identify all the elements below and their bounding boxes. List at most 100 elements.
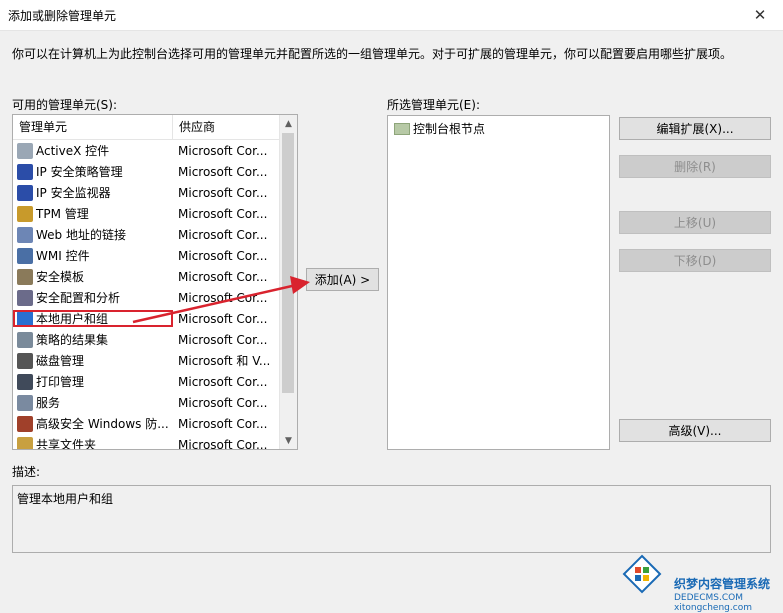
description-label: 描述: [12,465,41,479]
snapin-name: 安全模板 [36,270,85,284]
snapin-name: ActiveX 控件 [36,144,110,158]
snapin-name-cell: IP 安全策略管理 [13,163,173,180]
snapin-name-cell: 高级安全 Windows 防... [13,415,173,432]
intro-text: 你可以在计算机上为此控制台选择可用的管理单元并配置所选的一组管理单元。对于可扩展… [12,47,733,61]
vertical-scrollbar[interactable]: ▲ ▼ [279,115,297,449]
snapin-vendor: Microsoft Cor... [178,164,268,179]
list-item[interactable]: 磁盘管理 Microsoft 和 V... [13,350,279,371]
list-item[interactable]: IP 安全监视器 Microsoft Cor... [13,182,279,203]
list-item[interactable]: 本地用户和组 Microsoft Cor... [13,308,279,329]
snapin-name-cell: 磁盘管理 [13,352,173,369]
snapin-name: Web 地址的链接 [36,228,126,242]
snapin-name: IP 安全监视器 [36,186,111,200]
edit-extensions-button[interactable]: 编辑扩展(X)... [619,117,771,140]
snapin-name-cell: TPM 管理 [13,205,173,222]
snapin-vendor: Microsoft Cor... [178,416,268,431]
snapin-vendor: Microsoft Cor... [178,227,268,242]
list-item[interactable]: WMI 控件 Microsoft Cor... [13,245,279,266]
watermark: 织梦内容管理系统 DEDECMS.COM xitongcheng.com [592,548,783,613]
ip-security-monitor-icon [17,184,33,201]
snapin-name: 策略的结果集 [36,333,109,347]
snapin-name-cell: 安全模板 [13,268,173,285]
list-item[interactable]: 高级安全 Windows 防... Microsoft Cor... [13,413,279,434]
windows-logo-icon [622,554,662,594]
snapin-name: TPM 管理 [36,207,89,221]
services-icon [17,394,33,411]
snapin-vendor: Microsoft Cor... [178,437,268,450]
add-button[interactable]: 添加(A) > [306,268,379,291]
window-title: 添加或删除管理单元 [8,9,117,23]
list-item[interactable]: 策略的结果集 Microsoft Cor... [13,329,279,350]
snapin-name-cell: IP 安全监视器 [13,184,173,201]
scroll-down-icon[interactable]: ▼ [280,432,297,449]
snapin-name: IP 安全策略管理 [36,165,123,179]
wmi-icon [17,247,33,264]
snapin-name: WMI 控件 [36,249,90,263]
snapin-name: 本地用户和组 [36,312,109,326]
snapin-name: 高级安全 Windows 防... [36,417,169,431]
tpm-icon [17,205,33,222]
snapin-name-cell: 本地用户和组 [13,310,173,327]
list-header: 管理单元 供应商 [13,115,279,140]
security-template-icon [17,268,33,285]
list-item[interactable]: 安全配置和分析 Microsoft Cor... [13,287,279,308]
list-item[interactable]: 共享文件夹 Microsoft Cor... [13,434,279,450]
snapin-name-cell: ActiveX 控件 [13,142,173,159]
ip-security-policy-icon [17,163,33,180]
snapin-name-cell: 打印管理 [13,373,173,390]
close-icon[interactable]: ✕ [737,0,783,30]
available-snapins-list[interactable]: 管理单元 供应商 ActiveX 控件 Microsoft Cor... IP 安全… [12,114,298,450]
move-up-button[interactable]: 上移(U) [619,211,771,234]
selected-snapins-list[interactable]: 控制台根节点 [387,115,610,450]
watermark-text-2: DEDECMS.COM [674,593,743,603]
advanced-button[interactable]: 高级(V)... [619,419,771,442]
snapin-vendor: Microsoft Cor... [178,290,268,305]
list-item[interactable]: IP 安全策略管理 Microsoft Cor... [13,161,279,182]
snapin-vendor: Microsoft Cor... [178,374,268,389]
snapin-vendor: Microsoft Cor... [178,395,268,410]
list-item[interactable]: 服务 Microsoft Cor... [13,392,279,413]
snapin-name-cell: 服务 [13,394,173,411]
snapin-name: 打印管理 [36,375,85,389]
column-header-snapin[interactable]: 管理单元 [13,115,173,139]
snapin-vendor: Microsoft Cor... [178,206,268,221]
folder-icon [394,122,410,135]
snapin-vendor: Microsoft Cor... [178,185,268,200]
remove-button[interactable]: 删除(R) [619,155,771,178]
disk-management-icon [17,352,33,369]
snapin-vendor: Microsoft Cor... [178,332,268,347]
scrollbar-thumb[interactable] [282,133,294,393]
snapin-name: 服务 [36,396,61,410]
tree-node-console-root[interactable]: 控制台根节点 [394,120,485,137]
column-header-vendor[interactable]: 供应商 [173,115,279,139]
activex-icon [17,142,33,159]
snapin-name-cell: 安全配置和分析 [13,289,173,306]
list-item[interactable]: TPM 管理 Microsoft Cor... [13,203,279,224]
print-management-icon [17,373,33,390]
title-bar: 添加或删除管理单元 ✕ [0,0,783,31]
description-box: 管理本地用户和组 [12,485,771,553]
snapin-vendor: Microsoft Cor... [178,143,268,158]
available-label: 可用的管理单元(S): [12,98,118,112]
list-item[interactable]: 打印管理 Microsoft Cor... [13,371,279,392]
move-down-button[interactable]: 下移(D) [619,249,771,272]
rsop-icon [17,331,33,348]
web-link-icon [17,226,33,243]
snapin-name: 磁盘管理 [36,354,85,368]
snapin-name: 共享文件夹 [36,438,97,450]
snapin-name-cell: 策略的结果集 [13,331,173,348]
snapin-vendor: Microsoft Cor... [178,311,268,326]
list-item[interactable]: 安全模板 Microsoft Cor... [13,266,279,287]
list-rows: ActiveX 控件 Microsoft Cor... IP 安全策略管理 Micro… [13,140,279,450]
snapin-name-cell: WMI 控件 [13,247,173,264]
list-item[interactable]: Web 地址的链接 Microsoft Cor... [13,224,279,245]
list-item[interactable]: ActiveX 控件 Microsoft Cor... [13,140,279,161]
snapin-name-cell: 共享文件夹 [13,436,173,450]
security-config-icon [17,289,33,306]
local-users-icon [17,310,33,327]
selected-label: 所选管理单元(E): [387,98,480,112]
snapin-vendor: Microsoft Cor... [178,269,268,284]
snapin-vendor: Microsoft 和 V... [178,354,271,368]
scroll-up-icon[interactable]: ▲ [280,115,297,132]
snapin-vendor: Microsoft Cor... [178,248,268,263]
